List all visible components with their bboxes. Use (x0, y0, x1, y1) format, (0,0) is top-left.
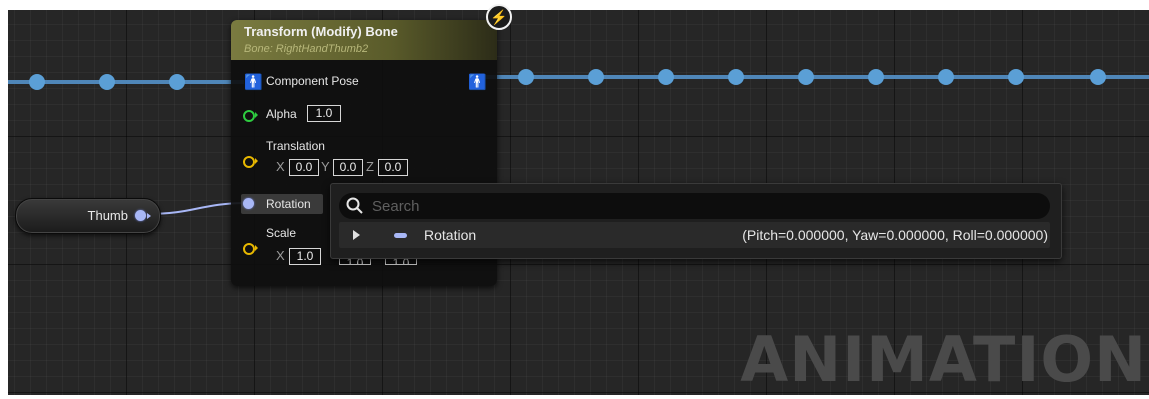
scale-x-input[interactable]: 1.0 (289, 248, 321, 265)
translation-y-input[interactable]: 0.0 (333, 159, 363, 176)
node-header[interactable]: Transform (Modify) Bone Bone: RightHandT… (231, 20, 497, 60)
struct-type-icon (394, 233, 407, 238)
search-input[interactable] (372, 196, 972, 216)
result-name: Rotation (424, 227, 477, 243)
pin-arrow-icon (147, 213, 151, 219)
component-pose-output-icon[interactable]: 🚹 (468, 73, 487, 91)
translation-x-input[interactable]: 0.0 (289, 159, 319, 176)
scale-pin-arrow (255, 245, 258, 251)
scale-pin[interactable] (243, 243, 255, 255)
scale-label: Scale (266, 226, 297, 240)
exec-icon: ⚡ (486, 4, 512, 30)
search-icon (346, 197, 363, 214)
translation-x-label: X (276, 159, 285, 174)
component-pose-input-icon[interactable]: 🚹 (244, 73, 263, 91)
alpha-pin-arrow (255, 112, 258, 118)
alpha-label: Alpha (266, 107, 297, 121)
graph-type-watermark: ANIMATION (740, 323, 1147, 396)
translation-label: Translation (266, 139, 325, 153)
translation-pin[interactable] (243, 156, 255, 168)
translation-pin-arrow (255, 158, 258, 164)
pose-wire-bubbles (29, 69, 1106, 90)
scale-x-label: X (276, 248, 285, 263)
rotation-label: Rotation (266, 197, 311, 211)
variable-name: Thumb (87, 208, 128, 223)
thumb-variable-node[interactable]: Thumb (15, 198, 161, 234)
alpha-input[interactable]: 1.0 (307, 105, 341, 122)
rotation-pin[interactable] (243, 198, 254, 209)
translation-y-label: Y (321, 159, 330, 174)
component-pose-label: Component Pose (266, 74, 359, 88)
node-title: Transform (Modify) Bone (244, 24, 398, 39)
node-subtitle: Bone: RightHandThumb2 (244, 43, 369, 55)
translation-z-input[interactable]: 0.0 (378, 159, 408, 176)
alpha-pin[interactable] (243, 110, 255, 122)
translation-z-label: Z (366, 159, 374, 174)
expand-arrow-icon[interactable] (353, 230, 360, 240)
thumb-output-pin[interactable] (135, 210, 146, 221)
result-value: (Pitch=0.000000, Yaw=0.000000, Roll=0.00… (742, 227, 1048, 243)
